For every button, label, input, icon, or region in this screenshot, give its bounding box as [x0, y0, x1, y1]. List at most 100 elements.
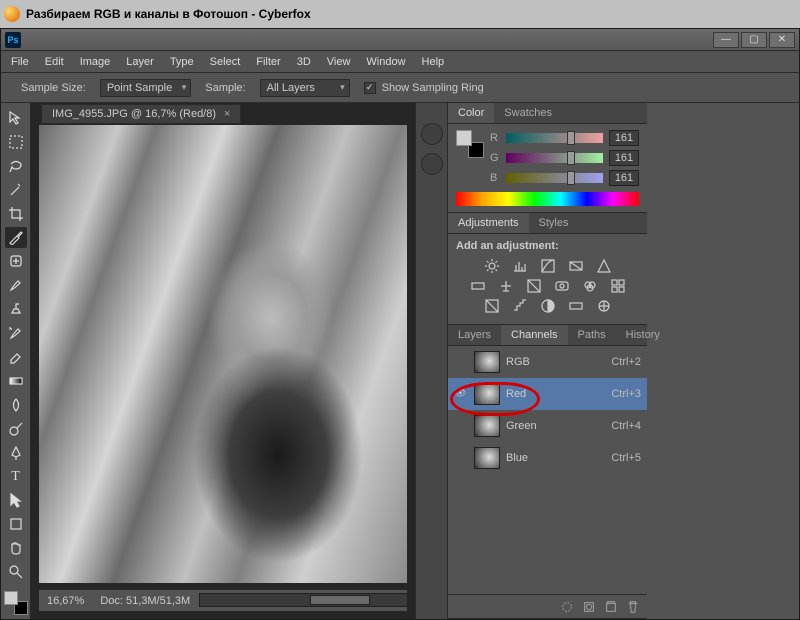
- close-button[interactable]: ✕: [769, 32, 795, 48]
- zoom-tool[interactable]: [5, 561, 27, 583]
- load-selection-icon[interactable]: [559, 599, 575, 615]
- save-selection-icon[interactable]: [581, 599, 597, 615]
- channel-thumb: [474, 383, 500, 405]
- zoom-value[interactable]: 16,67%: [47, 595, 84, 607]
- visibility-toggle[interactable]: [454, 419, 468, 433]
- brush-tool[interactable]: [5, 274, 27, 296]
- tab-swatches[interactable]: Swatches: [494, 103, 562, 123]
- sample-size-dropdown[interactable]: Point Sample: [100, 79, 191, 97]
- r-slider[interactable]: [506, 133, 603, 143]
- h-scroll-thumb[interactable]: [310, 595, 370, 605]
- visibility-toggle[interactable]: [454, 387, 468, 401]
- menu-edit[interactable]: Edit: [45, 56, 64, 68]
- new-channel-icon[interactable]: [603, 599, 619, 615]
- visibility-toggle[interactable]: [454, 451, 468, 465]
- adj-curves-icon[interactable]: [539, 258, 557, 274]
- adj-invert-icon[interactable]: [483, 298, 501, 314]
- menu-view[interactable]: View: [327, 56, 351, 68]
- adj-photofilter-icon[interactable]: [553, 278, 571, 294]
- history-brush-tool[interactable]: [5, 322, 27, 344]
- hand-tool[interactable]: [5, 537, 27, 559]
- tab-close-icon[interactable]: ×: [224, 108, 230, 120]
- healing-brush-tool[interactable]: [5, 250, 27, 272]
- color-spectrum[interactable]: [456, 192, 639, 206]
- blur-tool[interactable]: [5, 394, 27, 416]
- tab-color[interactable]: Color: [448, 103, 494, 123]
- clone-stamp-tool[interactable]: [5, 298, 27, 320]
- menu-select[interactable]: Select: [210, 56, 241, 68]
- adj-selectivecolor-icon[interactable]: [595, 298, 613, 314]
- marquee-tool[interactable]: [5, 131, 27, 153]
- menu-3d[interactable]: 3D: [297, 56, 311, 68]
- tab-adjustments[interactable]: Adjustments: [448, 213, 529, 233]
- color-panel: Color Swatches R161 G161 B161: [448, 103, 647, 213]
- adj-bw-icon[interactable]: [525, 278, 543, 294]
- pen-tool[interactable]: [5, 442, 27, 464]
- minimize-button[interactable]: —: [713, 32, 739, 48]
- adj-exposure-icon[interactable]: [567, 258, 585, 274]
- app-titlebar[interactable]: Ps — ▢ ✕: [1, 29, 799, 51]
- adj-colorlookup-icon[interactable]: [609, 278, 627, 294]
- adj-brightness-icon[interactable]: [483, 258, 501, 274]
- collapsed-panels: [415, 103, 447, 619]
- menu-image[interactable]: Image: [80, 56, 111, 68]
- move-tool[interactable]: [5, 107, 27, 129]
- menu-file[interactable]: File: [11, 56, 29, 68]
- document-tab[interactable]: IMG_4955.JPG @ 16,7% (Red/8) ×: [41, 104, 241, 124]
- adj-channelmixer-icon[interactable]: [581, 278, 599, 294]
- color-fg-bg[interactable]: [456, 130, 484, 158]
- lasso-tool[interactable]: [5, 155, 27, 177]
- type-tool[interactable]: T: [5, 466, 27, 488]
- maximize-button[interactable]: ▢: [741, 32, 767, 48]
- channel-green[interactable]: Green Ctrl+4: [448, 410, 647, 442]
- eyedropper-tool[interactable]: [5, 227, 27, 249]
- b-slider[interactable]: [506, 173, 603, 183]
- channels-footer: [448, 594, 647, 618]
- adj-hue-icon[interactable]: [469, 278, 487, 294]
- collapsed-panel-icon[interactable]: [421, 153, 443, 175]
- canvas[interactable]: 16,67% Doc: 51,3M/51,3M: [39, 125, 407, 611]
- channels-panel: Layers Channels Paths History RGB Ctrl+2: [448, 325, 647, 619]
- path-select-tool[interactable]: [5, 490, 27, 512]
- adj-threshold-icon[interactable]: [539, 298, 557, 314]
- r-value[interactable]: 161: [609, 130, 639, 146]
- toolbox: T: [1, 103, 31, 619]
- g-slider[interactable]: [506, 153, 603, 163]
- show-ring-checkbox[interactable]: ✓: [364, 82, 376, 94]
- adj-colorbalance-icon[interactable]: [497, 278, 515, 294]
- tab-paths[interactable]: Paths: [568, 325, 616, 345]
- tab-history[interactable]: History: [616, 325, 670, 345]
- menu-layer[interactable]: Layer: [126, 56, 154, 68]
- fg-bg-swatch[interactable]: [4, 591, 28, 615]
- menu-type[interactable]: Type: [170, 56, 194, 68]
- menu-window[interactable]: Window: [366, 56, 405, 68]
- eraser-tool[interactable]: [5, 346, 27, 368]
- delete-channel-icon[interactable]: [625, 599, 641, 615]
- menu-filter[interactable]: Filter: [256, 56, 280, 68]
- tab-layers[interactable]: Layers: [448, 325, 501, 345]
- status-bar: 16,67% Doc: 51,3M/51,3M: [39, 589, 407, 611]
- adj-gradientmap-icon[interactable]: [567, 298, 585, 314]
- g-value[interactable]: 161: [609, 150, 639, 166]
- shape-tool[interactable]: [5, 513, 27, 535]
- sample-layers-dropdown[interactable]: All Layers: [260, 79, 350, 97]
- channel-red[interactable]: Red Ctrl+3: [448, 378, 647, 410]
- h-scrollbar[interactable]: [199, 593, 407, 607]
- channel-blue[interactable]: Blue Ctrl+5: [448, 442, 647, 474]
- magic-wand-tool[interactable]: [5, 179, 27, 201]
- crop-tool[interactable]: [5, 203, 27, 225]
- visibility-toggle[interactable]: [454, 355, 468, 369]
- gradient-tool[interactable]: [5, 370, 27, 392]
- adj-posterize-icon[interactable]: [511, 298, 529, 314]
- collapsed-panel-icon[interactable]: [421, 123, 443, 145]
- b-value[interactable]: 161: [609, 170, 639, 186]
- tab-channels[interactable]: Channels: [501, 325, 567, 345]
- menu-help[interactable]: Help: [422, 56, 445, 68]
- adj-levels-icon[interactable]: [511, 258, 529, 274]
- dodge-tool[interactable]: [5, 418, 27, 440]
- adj-vibrance-icon[interactable]: [595, 258, 613, 274]
- channel-thumb: [474, 351, 500, 373]
- adjustments-panel: Adjustments Styles Add an adjustment:: [448, 213, 647, 325]
- channel-rgb[interactable]: RGB Ctrl+2: [448, 346, 647, 378]
- tab-styles[interactable]: Styles: [529, 213, 579, 233]
